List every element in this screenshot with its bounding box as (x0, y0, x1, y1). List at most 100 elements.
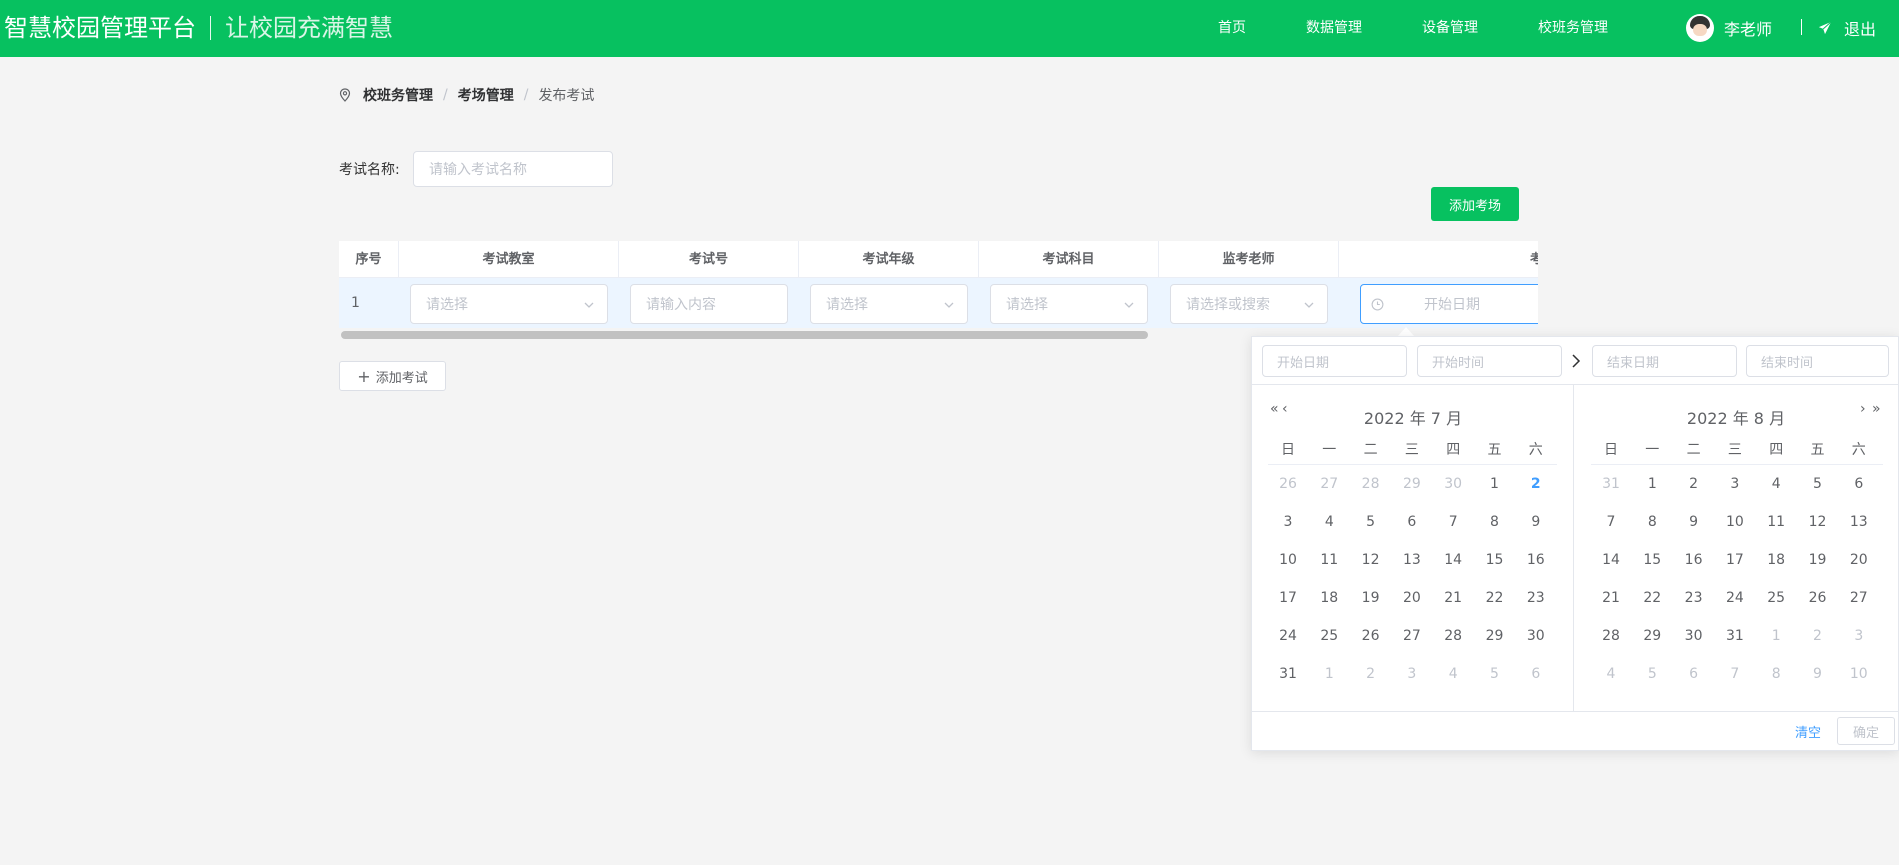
calendar-day[interactable]: 16 (1516, 545, 1556, 575)
calendar-day[interactable]: 28 (1591, 621, 1631, 651)
clear-button[interactable]: 清空 (1795, 722, 1821, 741)
logout-button[interactable]: 退出 (1818, 12, 1876, 44)
calendar-day[interactable]: 13 (1839, 507, 1879, 537)
calendar-day[interactable]: 31 (1591, 469, 1631, 499)
calendar-day[interactable]: 27 (1392, 621, 1432, 651)
exam-name-input[interactable]: 请输入考试名称 (413, 151, 613, 187)
calendar-day[interactable]: 6 (1392, 507, 1432, 537)
calendar-day[interactable]: 26 (1351, 621, 1391, 651)
calendar-day[interactable]: 21 (1591, 583, 1631, 613)
calendar-day[interactable]: 13 (1392, 545, 1432, 575)
add-exam-room-button[interactable]: 添加考场 (1431, 187, 1519, 221)
calendar-day[interactable]: 20 (1839, 545, 1879, 575)
calendar-day[interactable]: 3 (1392, 659, 1432, 689)
calendar-day[interactable]: 30 (1516, 621, 1556, 651)
classroom-select[interactable]: 请选择 (410, 284, 608, 324)
calendar-day[interactable]: 8 (1756, 659, 1796, 689)
calendar-day[interactable]: 5 (1351, 507, 1391, 537)
calendar-day[interactable]: 27 (1839, 583, 1879, 613)
calendar-day[interactable]: 15 (1632, 545, 1672, 575)
calendar-day[interactable]: 2 (1516, 469, 1556, 499)
calendar-day[interactable]: 26 (1268, 469, 1308, 499)
calendar-day[interactable]: 31 (1715, 621, 1755, 651)
calendar-day[interactable]: 26 (1798, 583, 1838, 613)
add-exam-button[interactable]: + 添加考试 (339, 361, 446, 391)
nav-school-affairs[interactable]: 校班务管理 (1538, 0, 1608, 57)
calendar-day[interactable]: 27 (1309, 469, 1349, 499)
calendar-day[interactable]: 29 (1475, 621, 1515, 651)
calendar-day[interactable]: 30 (1674, 621, 1714, 651)
calendar-day[interactable]: 9 (1674, 507, 1714, 537)
calendar-day[interactable]: 12 (1351, 545, 1391, 575)
calendar-day[interactable]: 21 (1433, 583, 1473, 613)
calendar-day[interactable]: 28 (1433, 621, 1473, 651)
calendar-day[interactable]: 23 (1674, 583, 1714, 613)
start-date-input[interactable]: 开始日期 (1262, 345, 1407, 377)
exam-no-input[interactable]: 请输入内容 (630, 284, 788, 324)
calendar-day[interactable]: 31 (1268, 659, 1308, 689)
end-time-input[interactable]: 结束时间 (1746, 345, 1889, 377)
calendar-day[interactable]: 14 (1433, 545, 1473, 575)
breadcrumb-item-exam-room[interactable]: 考场管理 (458, 85, 514, 105)
calendar-day[interactable]: 10 (1715, 507, 1755, 537)
calendar-day[interactable]: 10 (1268, 545, 1308, 575)
calendar-day[interactable]: 25 (1756, 583, 1796, 613)
confirm-button[interactable]: 确定 (1837, 717, 1895, 745)
calendar-day[interactable]: 6 (1839, 469, 1879, 499)
calendar-day[interactable]: 2 (1351, 659, 1391, 689)
prev-year-icon[interactable]: « (1270, 401, 1279, 417)
calendar-day[interactable]: 4 (1433, 659, 1473, 689)
next-month-icon[interactable]: › (1860, 401, 1866, 417)
calendar-day[interactable]: 15 (1475, 545, 1515, 575)
calendar-day[interactable]: 8 (1475, 507, 1515, 537)
calendar-day[interactable]: 11 (1309, 545, 1349, 575)
start-time-input[interactable]: 开始时间 (1417, 345, 1562, 377)
calendar-day[interactable]: 19 (1798, 545, 1838, 575)
calendar-day[interactable]: 10 (1839, 659, 1879, 689)
calendar-day[interactable]: 24 (1268, 621, 1308, 651)
calendar-day[interactable]: 18 (1309, 583, 1349, 613)
calendar-day[interactable]: 5 (1475, 659, 1515, 689)
calendar-day[interactable]: 12 (1798, 507, 1838, 537)
user-menu[interactable]: 李老师 (1686, 12, 1772, 44)
calendar-day[interactable]: 29 (1632, 621, 1672, 651)
calendar-day[interactable]: 5 (1798, 469, 1838, 499)
calendar-day[interactable]: 7 (1715, 659, 1755, 689)
calendar-day[interactable]: 17 (1715, 545, 1755, 575)
grade-select[interactable]: 请选择 (810, 284, 968, 324)
calendar-day[interactable]: 1 (1756, 621, 1796, 651)
end-date-input[interactable]: 结束日期 (1592, 345, 1737, 377)
calendar-day[interactable]: 9 (1798, 659, 1838, 689)
calendar-day[interactable]: 3 (1839, 621, 1879, 651)
calendar-day[interactable]: 20 (1392, 583, 1432, 613)
calendar-day[interactable]: 25 (1309, 621, 1349, 651)
horizontal-scrollbar[interactable] (341, 331, 1148, 339)
calendar-day[interactable]: 3 (1715, 469, 1755, 499)
calendar-day[interactable]: 5 (1632, 659, 1672, 689)
calendar-day[interactable]: 22 (1475, 583, 1515, 613)
calendar-day[interactable]: 24 (1715, 583, 1755, 613)
nav-home[interactable]: 首页 (1218, 0, 1246, 57)
calendar-day[interactable]: 17 (1268, 583, 1308, 613)
calendar-day[interactable]: 23 (1516, 583, 1556, 613)
breadcrumb-item-school-affairs[interactable]: 校班务管理 (363, 85, 433, 105)
calendar-day[interactable]: 9 (1516, 507, 1556, 537)
calendar-day[interactable]: 4 (1309, 507, 1349, 537)
calendar-day[interactable]: 1 (1475, 469, 1515, 499)
nav-devices[interactable]: 设备管理 (1422, 0, 1478, 57)
calendar-day[interactable]: 2 (1674, 469, 1714, 499)
teacher-select[interactable]: 请选择或搜索 (1170, 284, 1328, 324)
nav-data[interactable]: 数据管理 (1306, 0, 1362, 57)
calendar-day[interactable]: 14 (1591, 545, 1631, 575)
calendar-day[interactable]: 4 (1591, 659, 1631, 689)
calendar-day[interactable]: 1 (1309, 659, 1349, 689)
next-year-icon[interactable]: » (1872, 401, 1881, 417)
calendar-day[interactable]: 6 (1516, 659, 1556, 689)
calendar-day[interactable]: 7 (1591, 507, 1631, 537)
calendar-day[interactable]: 7 (1433, 507, 1473, 537)
calendar-day[interactable]: 4 (1756, 469, 1796, 499)
calendar-day[interactable]: 22 (1632, 583, 1672, 613)
subject-select[interactable]: 请选择 (990, 284, 1148, 324)
calendar-day[interactable]: 1 (1632, 469, 1672, 499)
calendar-day[interactable]: 18 (1756, 545, 1796, 575)
